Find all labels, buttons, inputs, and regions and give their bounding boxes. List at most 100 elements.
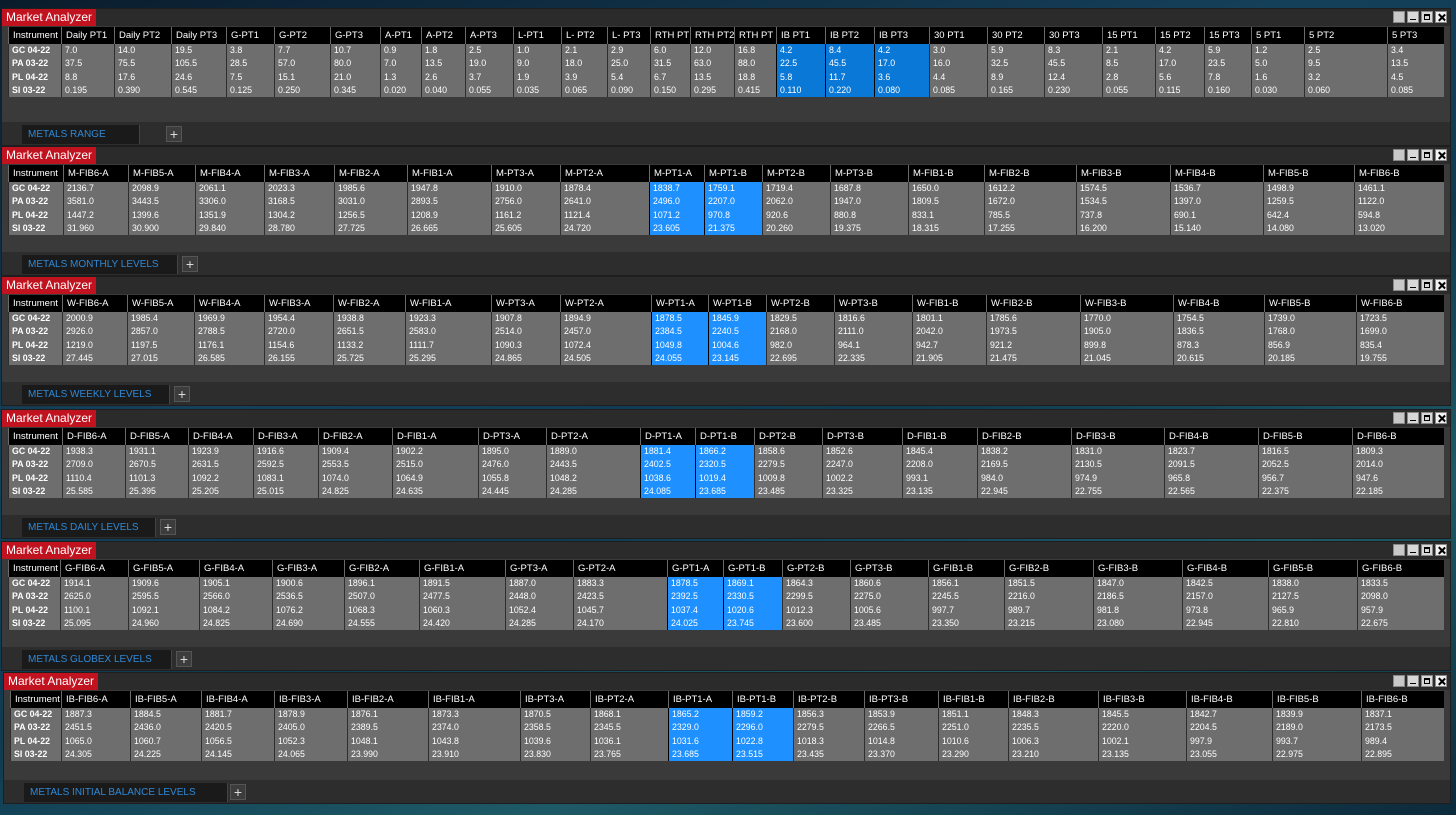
value-cell[interactable]: 3581.0 — [64, 195, 128, 208]
column-header[interactable]: Instrument — [8, 428, 62, 445]
value-cell[interactable]: 1161.2 — [492, 209, 560, 222]
column-header[interactable]: 15 PT2 — [1155, 27, 1204, 44]
value-cell[interactable]: 1842.7 — [1187, 708, 1272, 721]
value-cell[interactable]: 5.9 — [1205, 44, 1251, 57]
restore-icon[interactable] — [1393, 149, 1405, 161]
value-cell[interactable]: 24.825 — [319, 485, 392, 498]
value-cell[interactable]: 984.0 — [978, 472, 1071, 485]
value-cell[interactable]: 1018.3 — [794, 735, 864, 748]
value-cell[interactable]: 737.8 — [1077, 209, 1170, 222]
value-cell[interactable]: 15.1 — [275, 71, 330, 84]
value-cell[interactable]: 23.990 — [348, 748, 428, 761]
restore-icon[interactable] — [1393, 544, 1405, 556]
value-cell[interactable]: 7.7 — [275, 44, 330, 57]
value-cell[interactable]: 1002.2 — [823, 472, 902, 485]
column-header[interactable]: IB-FIB4-A — [201, 691, 274, 708]
value-cell[interactable]: 1860.6 — [851, 577, 928, 590]
column-header[interactable]: D-FIB1-A — [392, 428, 478, 445]
value-cell[interactable]: 12.0 — [691, 44, 734, 57]
column-header[interactable]: W-PT2-B — [766, 295, 834, 312]
value-cell[interactable]: 0.165 — [988, 84, 1044, 97]
value-cell[interactable]: 880.8 — [831, 209, 908, 222]
value-cell[interactable]: 2670.5 — [126, 458, 188, 471]
value-cell[interactable]: 2448.0 — [506, 590, 573, 603]
value-cell[interactable]: 1838.2 — [978, 445, 1071, 458]
column-header[interactable]: M-FIB3-A — [264, 165, 334, 182]
column-header[interactable]: W-FIB4-A — [194, 295, 264, 312]
column-header[interactable]: IB-PT3-A — [520, 691, 590, 708]
value-cell[interactable]: 1985.6 — [335, 182, 407, 195]
value-cell[interactable]: 1889.0 — [547, 445, 640, 458]
value-cell[interactable]: 7.8 — [1205, 71, 1251, 84]
value-cell[interactable]: 1909.4 — [319, 445, 392, 458]
value-cell[interactable]: 25.015 — [254, 485, 318, 498]
add-tab-button[interactable]: + — [176, 651, 192, 667]
column-header[interactable]: M-FIB4-A — [195, 165, 264, 182]
maximize-icon[interactable] — [1421, 675, 1433, 687]
value-cell[interactable]: 3168.5 — [265, 195, 334, 208]
value-cell[interactable]: 2.5 — [1305, 44, 1387, 57]
value-cell[interactable]: 1868.1 — [591, 708, 668, 721]
column-header[interactable]: IB-PT1-A — [668, 691, 732, 708]
value-cell[interactable]: 23.685 — [669, 748, 732, 761]
value-cell[interactable]: 1902.2 — [393, 445, 478, 458]
value-cell[interactable]: 2641.0 — [561, 195, 649, 208]
value-cell[interactable]: 24.420 — [420, 617, 505, 630]
maximize-icon[interactable] — [1421, 279, 1433, 291]
value-cell[interactable]: 1009.8 — [755, 472, 822, 485]
value-cell[interactable]: 13.5 — [1388, 57, 1445, 70]
value-cell[interactable]: 0.110 — [777, 84, 825, 97]
value-cell[interactable]: 1534.5 — [1077, 195, 1170, 208]
value-cell[interactable]: 1176.1 — [195, 339, 264, 352]
column-header[interactable]: IB-FIB6-A — [61, 691, 130, 708]
tab-2[interactable]: METALS WEEKLY LEVELS — [22, 385, 170, 404]
column-header[interactable]: G-FIB6-A — [60, 560, 128, 577]
value-cell[interactable]: 1110.4 — [63, 472, 125, 485]
value-cell[interactable]: 24.305 — [62, 748, 130, 761]
value-cell[interactable]: 2275.0 — [851, 590, 928, 603]
value-cell[interactable]: 981.8 — [1094, 604, 1182, 617]
value-cell[interactable]: 21.905 — [913, 352, 986, 365]
value-cell[interactable]: 24.960 — [129, 617, 199, 630]
value-cell[interactable]: 2476.0 — [479, 458, 546, 471]
value-cell[interactable]: 1816.6 — [835, 312, 912, 325]
column-header[interactable]: L-PT1 — [513, 27, 561, 44]
value-cell[interactable]: 16.8 — [735, 44, 776, 57]
value-cell[interactable]: 0.035 — [514, 84, 561, 97]
value-cell[interactable]: 1887.0 — [506, 577, 573, 590]
value-cell[interactable]: 21.045 — [1081, 352, 1173, 365]
value-cell[interactable]: 2756.0 — [492, 195, 560, 208]
value-cell[interactable]: 993.1 — [903, 472, 977, 485]
instrument-cell[interactable]: SI 03-22 — [9, 84, 61, 97]
close-icon[interactable] — [1435, 149, 1447, 161]
column-header[interactable]: IB-PT2-A — [590, 691, 668, 708]
value-cell[interactable]: 1.6 — [1252, 71, 1304, 84]
value-cell[interactable]: 23.910 — [429, 748, 520, 761]
value-cell[interactable]: 1809.3 — [1353, 445, 1445, 458]
value-cell[interactable]: 23.370 — [865, 748, 938, 761]
value-cell[interactable]: 2130.5 — [1072, 458, 1164, 471]
add-tab-button[interactable]: + — [160, 519, 176, 535]
value-cell[interactable]: 0.195 — [62, 84, 114, 97]
value-cell[interactable]: 1900.6 — [273, 577, 344, 590]
column-header[interactable]: M-FIB2-B — [984, 165, 1076, 182]
value-cell[interactable]: 1.8 — [422, 44, 465, 57]
value-cell[interactable]: 989.4 — [1362, 735, 1445, 748]
value-cell[interactable]: 982.0 — [767, 339, 834, 352]
column-header[interactable]: G-PT3-A — [505, 560, 573, 577]
add-tab-button[interactable]: + — [182, 256, 198, 272]
value-cell[interactable]: 1154.6 — [265, 339, 333, 352]
value-cell[interactable]: 20.185 — [1265, 352, 1356, 365]
value-cell[interactable]: 5.9 — [988, 44, 1044, 57]
value-cell[interactable]: 1910.0 — [492, 182, 560, 195]
value-cell[interactable]: 8.3 — [1045, 44, 1102, 57]
column-header[interactable]: G-PT3 — [330, 27, 380, 44]
value-cell[interactable]: 0.055 — [466, 84, 513, 97]
value-cell[interactable]: 22.375 — [1259, 485, 1352, 498]
value-cell[interactable]: 6.0 — [651, 44, 690, 57]
column-header[interactable]: 30 PT3 — [1044, 27, 1102, 44]
value-cell[interactable]: 1304.2 — [265, 209, 334, 222]
column-header[interactable]: IB-FIB1-A — [428, 691, 520, 708]
value-cell[interactable]: 2279.5 — [794, 721, 864, 734]
value-cell[interactable]: 24.690 — [273, 617, 344, 630]
